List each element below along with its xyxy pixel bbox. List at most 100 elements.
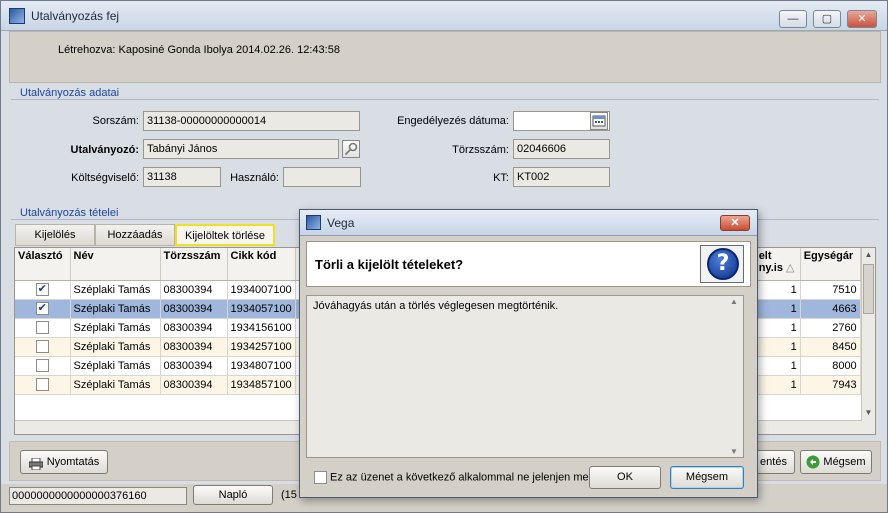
cell-code: 1934156100 <box>227 318 296 338</box>
dont-show-again-label: Ez az üzenet a következő alkalommal ne j… <box>330 471 598 484</box>
cost-bearer-field[interactable]: 31138 <box>143 167 221 187</box>
msg-scroll-up-icon[interactable]: ▲ <box>730 297 738 306</box>
serial-field[interactable]: 31138-00000000000014 <box>143 111 360 131</box>
cell-selector: ✔ <box>15 299 71 319</box>
close-button[interactable]: ✕ <box>847 10 877 28</box>
cell-code: 1934807100 <box>227 356 296 376</box>
dont-show-again-row[interactable]: Ez az üzenet a következő alkalommal ne j… <box>314 471 598 484</box>
row-checkbox[interactable] <box>35 378 49 391</box>
col-reg[interactable]: Törzsszám <box>160 248 228 281</box>
cell-price: 7943 <box>800 375 861 395</box>
key-icon[interactable] <box>342 140 360 158</box>
cell-price: 2760 <box>800 318 861 338</box>
dont-show-again-checkbox[interactable] <box>314 471 327 484</box>
question-mark-glyph: ? <box>707 248 739 280</box>
cell-name: Széplaki Tamás <box>70 280 161 300</box>
cell-code: 1934057100 <box>227 299 296 319</box>
reg-number-label: Törzsszám: <box>452 144 509 156</box>
tab-delete-selected[interactable]: Kijelöltek törlése <box>175 224 275 246</box>
message-scrollbar[interactable]: ▲ ▼ <box>728 295 744 458</box>
cell-qty: 1 <box>755 356 801 376</box>
msg-scroll-down-icon[interactable]: ▼ <box>730 447 738 456</box>
cell-reg: 08300394 <box>160 299 228 319</box>
cell-price: 7510 <box>800 280 861 300</box>
minimize-button[interactable]: — <box>779 10 807 28</box>
app-icon <box>9 8 25 24</box>
scroll-down-icon[interactable]: ▼ <box>862 406 875 420</box>
cell-name: Széplaki Tamás <box>70 356 161 376</box>
cell-code: 1934007100 <box>227 280 296 300</box>
dialog-question: Törli a kijelölt tételeket? <box>315 257 464 272</box>
log-button[interactable]: Napló <box>193 485 273 505</box>
cell-qty: 1 <box>755 280 801 300</box>
scroll-up-icon[interactable]: ▲ <box>862 248 875 262</box>
tab-add[interactable]: Hozzáadás <box>95 224 175 246</box>
cost-bearer-label: Költségviselő: <box>71 172 139 184</box>
cancel-button[interactable]: Mégsem <box>800 450 872 474</box>
approver-label: Utalványozó: <box>70 144 139 156</box>
details-section-title: Utalványozás adatai <box>20 87 120 99</box>
row-checkbox[interactable] <box>35 359 49 372</box>
approver-field[interactable]: Tabányi János <box>143 139 339 159</box>
cell-price: 8000 <box>800 356 861 376</box>
cell-selector <box>15 337 71 357</box>
details-divider <box>11 99 879 100</box>
dialog-cancel-button[interactable]: Mégsem <box>670 466 744 489</box>
cell-selector <box>15 318 71 338</box>
cell-qty: 1 <box>755 318 801 338</box>
scroll-thumb[interactable] <box>863 264 874 314</box>
tab-select[interactable]: Kijelölés <box>15 224 95 246</box>
row-checkbox[interactable]: ✔ <box>35 302 49 315</box>
calendar-icon[interactable] <box>590 112 608 130</box>
col-qty[interactable]: elt ny.is △ <box>755 248 801 281</box>
save-button[interactable]: entés <box>753 450 795 474</box>
question-icon: ? <box>700 245 744 283</box>
col-code[interactable]: Cikk kód <box>227 248 296 281</box>
cell-name: Széplaki Tamás <box>70 375 161 395</box>
cell-selector <box>15 375 71 395</box>
cell-selector: ✔ <box>15 280 71 300</box>
dialog-ok-button[interactable]: OK <box>589 466 661 489</box>
cell-qty: 1 <box>755 337 801 357</box>
cell-name: Széplaki Tamás <box>70 318 161 338</box>
cancel-label: Mégsem <box>823 456 866 468</box>
grid-vertical-scrollbar[interactable]: ▲ ▼ <box>861 248 875 434</box>
dialog-title: Vega <box>327 216 355 230</box>
col-price[interactable]: Egységár <box>800 248 861 281</box>
printer-icon <box>28 456 44 471</box>
row-checkbox[interactable] <box>35 340 49 353</box>
cell-qty: 1 <box>755 299 801 319</box>
reg-number-field[interactable]: 02046606 <box>513 139 610 159</box>
dialog-close-button[interactable]: ✕ <box>720 215 750 231</box>
cell-price: 4663 <box>800 299 861 319</box>
status-id-field: 0000000000000000376160 <box>9 487 187 505</box>
row-checkbox[interactable]: ✔ <box>35 283 49 296</box>
items-section-title: Utalványozás tételei <box>20 207 119 219</box>
cell-reg: 08300394 <box>160 318 228 338</box>
question-panel: Törli a kijelölt tételeket? ? <box>306 241 751 287</box>
maximize-button[interactable]: ▢ <box>813 10 841 28</box>
row-checkbox[interactable] <box>35 321 49 334</box>
dialog-message: Jóváhagyás után a törlés véglegesen megt… <box>306 295 744 458</box>
user-label: Használó: <box>230 172 279 184</box>
col-name[interactable]: Név <box>70 248 161 281</box>
window-title: Utalványozás fej <box>31 9 120 23</box>
cell-code: 1934257100 <box>227 337 296 357</box>
user-field[interactable] <box>283 167 361 187</box>
col-selector[interactable]: Választó <box>15 248 71 281</box>
kt-field[interactable]: KT002 <box>513 167 610 187</box>
cell-selector <box>15 356 71 376</box>
cell-reg: 08300394 <box>160 337 228 357</box>
cell-reg: 08300394 <box>160 356 228 376</box>
title-bar: Utalványozás fej — ▢ ✕ <box>1 1 887 31</box>
cell-reg: 08300394 <box>160 375 228 395</box>
kt-label: KT: <box>493 172 509 184</box>
cell-reg: 08300394 <box>160 280 228 300</box>
cell-name: Széplaki Tamás <box>70 299 161 319</box>
print-button[interactable]: Nyomtatás <box>20 450 108 474</box>
sort-asc-icon: △ <box>786 262 795 274</box>
dialog-app-icon <box>306 215 321 230</box>
confirm-dialog: Vega ✕ Törli a kijelölt tételeket? ? Jóv… <box>299 209 758 498</box>
dialog-title-bar: Vega ✕ <box>300 210 757 236</box>
header-panel: Létrehozva: Kaposiné Gonda Ibolya 2014.0… <box>9 31 881 83</box>
